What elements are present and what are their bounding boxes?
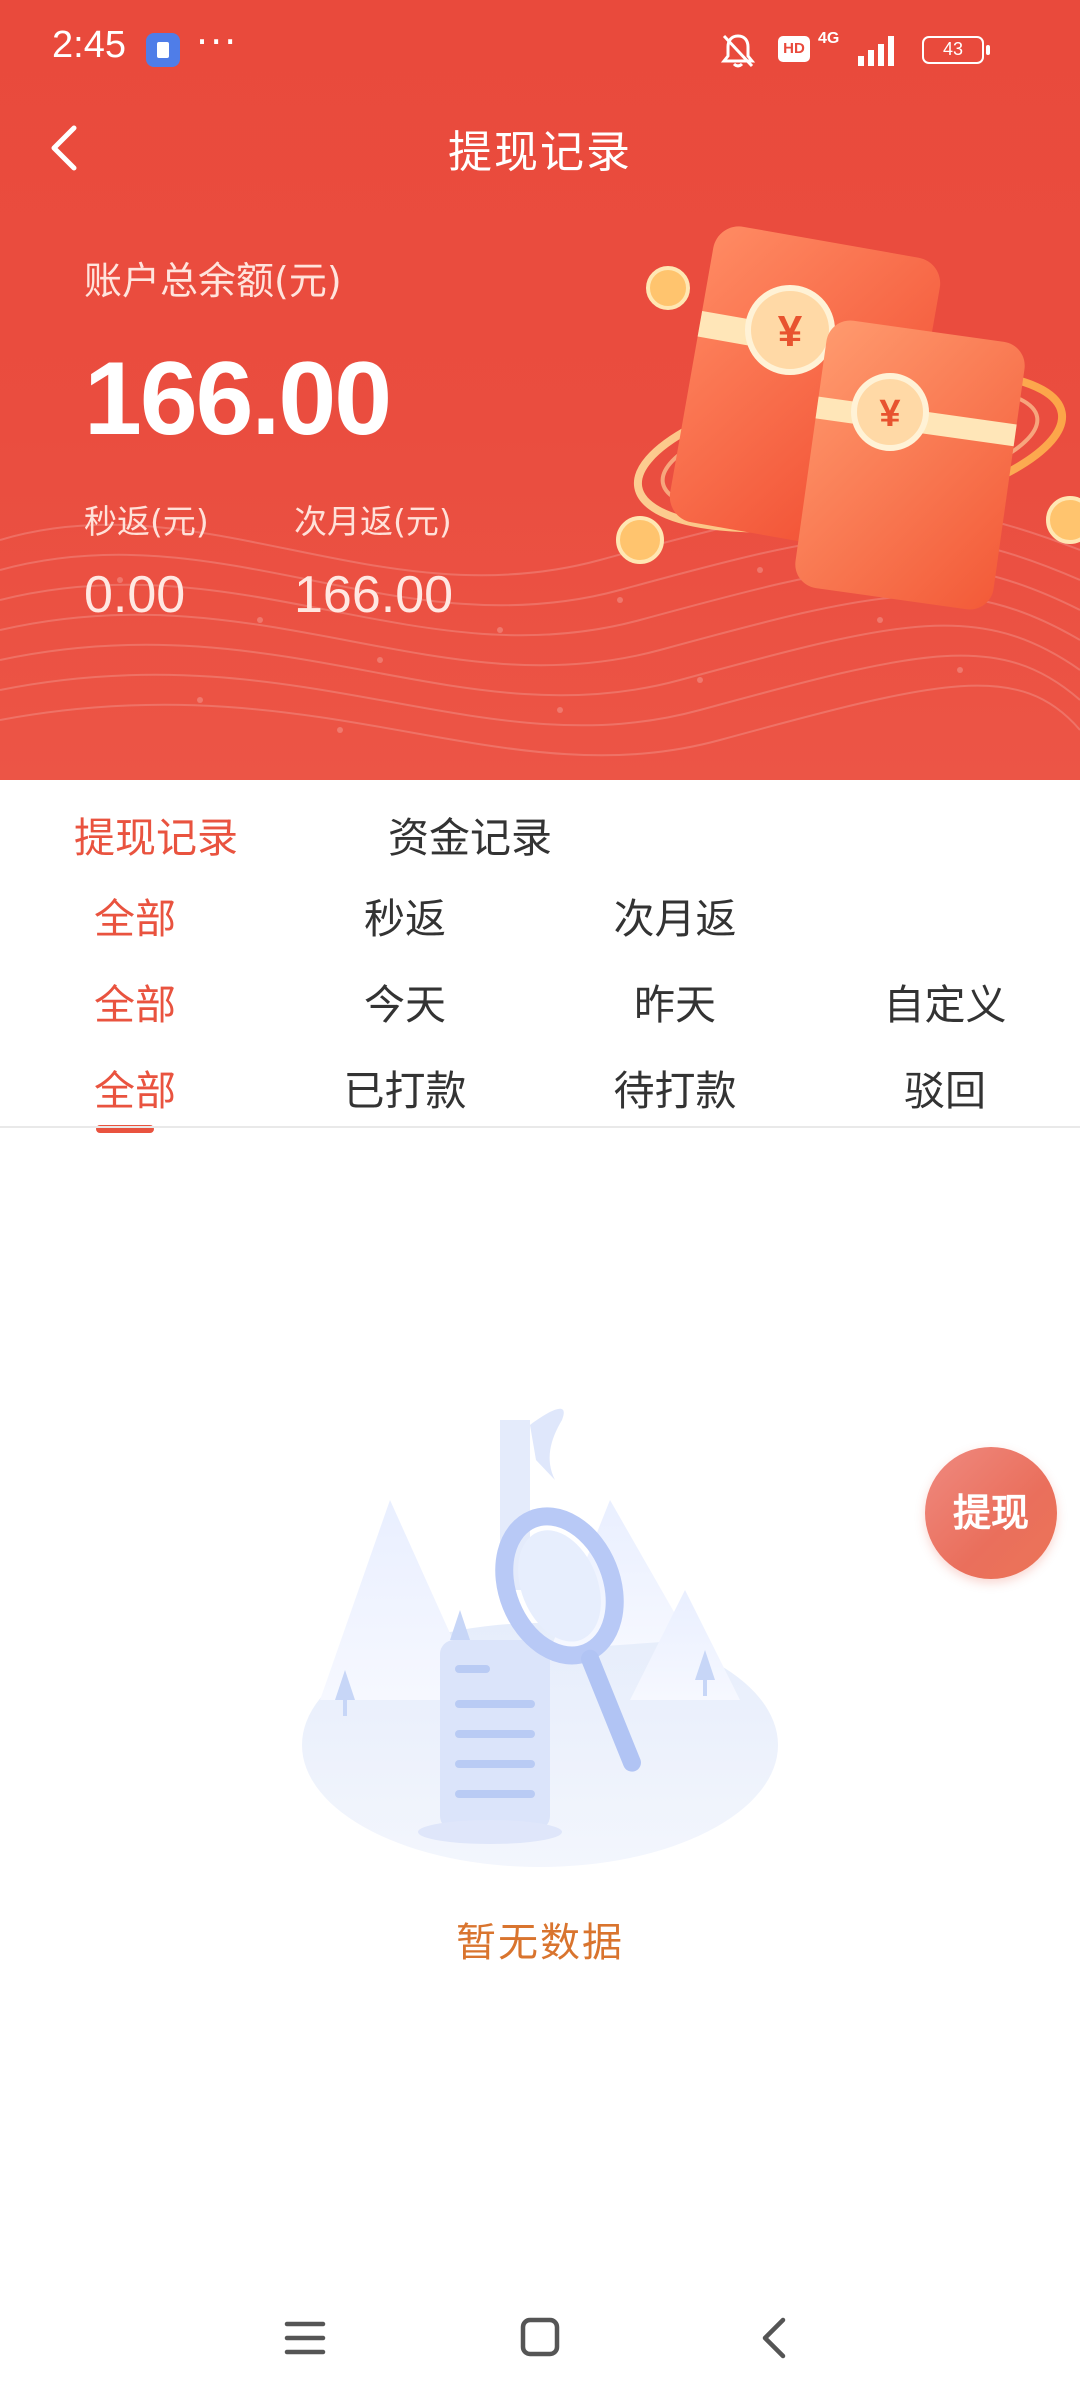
red-envelope-illustration: ¥ ¥ [616,226,1080,610]
page-title: 提现记录 [448,127,632,178]
next-month-return-label: 次月返(元) [294,502,452,541]
date-filter-yesterday[interactable]: 昨天 [540,971,810,1031]
type-filter-all[interactable]: 全部 [0,885,270,945]
primary-tabs: 提现记录 资金记录 [0,790,1080,880]
signal-icon [858,36,894,66]
status-filter-all[interactable]: 全部 [0,1057,270,1133]
withdraw-button[interactable]: 提现 [925,1447,1057,1579]
date-filter-row: 全部 今天 昨天 自定义 [0,971,1080,1051]
date-filter-custom[interactable]: 自定义 [810,971,1080,1031]
hd-badge: HD [778,36,810,62]
instant-return-label: 秒返(元) [84,502,209,541]
menu-icon[interactable] [275,2308,335,2368]
type-filter-next-month[interactable]: 次月返 [540,885,810,945]
mute-icon [720,34,756,68]
status-filter-row: 全部 已打款 待打款 驳回 [0,1057,1080,1137]
system-navigation-bar [0,2290,1080,2380]
status-filter-all-label: 全部 [94,1067,176,1115]
type-filter-instant[interactable]: 秒返 [270,885,540,945]
date-filter-all[interactable]: 全部 [0,971,270,1031]
status-filter-pending[interactable]: 待打款 [540,1057,810,1117]
svg-text:¥: ¥ [879,393,900,435]
status-bar: 2:45 ··· HD 4G 43 [0,0,1080,96]
empty-state-illustration [302,1408,778,1867]
total-balance-value: 166.00 [84,341,392,457]
status-filter-paid[interactable]: 已打款 [270,1057,540,1117]
tabs-divider [0,1126,1080,1128]
status-filter-rejected[interactable]: 驳回 [810,1057,1080,1117]
tab-fund-records[interactable]: 资金记录 [388,804,552,864]
network-type: 4G [818,30,840,47]
type-filter-row: 全部 秒返 次月返 [0,885,1080,965]
app-notification-icon [146,33,180,67]
total-balance-label: 账户总余额(元) [84,259,342,303]
back-icon[interactable] [745,2308,805,2368]
empty-state-text: 暂无数据 [456,1920,624,1966]
more-notifications-icon: ··· [196,20,239,64]
navigation-bar: 提现记录 [0,110,1080,190]
home-icon[interactable] [510,2308,570,2368]
next-month-return-value: 166.00 [294,566,454,624]
battery-icon: 43 [922,36,990,64]
tab-withdraw-records[interactable]: 提现记录 [74,804,238,864]
instant-return-value: 0.00 [84,566,186,624]
header-banner: 2:45 ··· HD 4G 43 提现记录 账户总余额(元) 166.00 秒… [0,0,1080,780]
status-time: 2:45 [52,24,126,66]
svg-text:¥: ¥ [778,307,803,356]
date-filter-today[interactable]: 今天 [270,971,540,1031]
